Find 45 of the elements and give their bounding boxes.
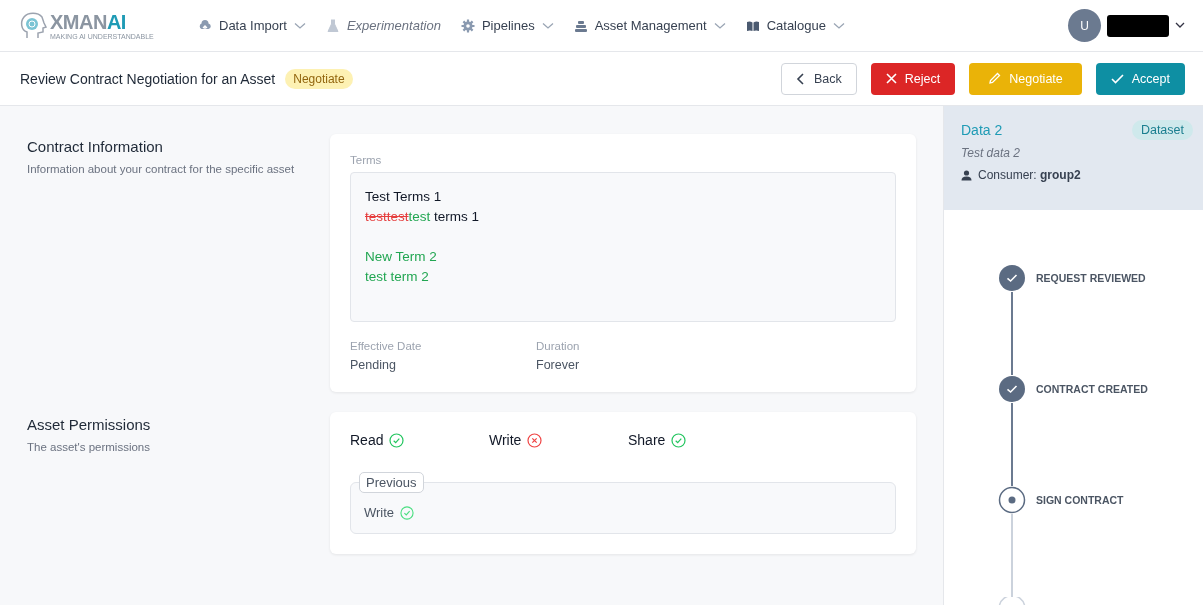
terms-line: test term 2 xyxy=(365,268,430,286)
section-description: The asset's permissions xyxy=(27,440,151,455)
chevron-left-icon xyxy=(796,72,807,85)
close-icon xyxy=(885,73,897,84)
field-value: Pending xyxy=(350,358,397,372)
asset-name[interactable]: Data 2 xyxy=(961,122,1003,138)
nav-menu-item[interactable]: Asset Management xyxy=(573,14,726,37)
nav-menu-item[interactable]: Catalogue xyxy=(745,14,845,37)
nav-menu-item[interactable]: Pipelines xyxy=(460,14,554,37)
reject-button[interactable]: Reject xyxy=(870,62,956,95)
permission-label: Share xyxy=(628,432,666,448)
asset-description: Test data 2 xyxy=(961,146,1021,160)
section-description: Information about your contract for the specific asset xyxy=(27,162,296,177)
nav-menu-item[interactable]: Data Import xyxy=(198,14,306,37)
terms-line: testtesttest terms 1 xyxy=(365,208,481,226)
user-avatar[interactable]: U xyxy=(1068,9,1101,42)
field-label: Terms xyxy=(350,154,383,166)
gear-icon xyxy=(460,18,475,33)
flask-icon xyxy=(325,18,340,33)
asset-type-badge: Dataset xyxy=(1131,120,1193,140)
status-badge: Negotiate xyxy=(285,68,353,89)
accept-button[interactable]: Accept xyxy=(1095,62,1185,95)
consumer-text: Consumer: group2 xyxy=(978,168,1081,182)
permission-label: Read xyxy=(350,432,384,448)
step-label: REQUEST REVIEWED xyxy=(1036,271,1146,286)
section-title: Contract Information xyxy=(27,138,164,155)
check-icon xyxy=(1110,73,1124,84)
pencil-icon xyxy=(988,72,1002,85)
back-button[interactable]: Back xyxy=(781,62,857,95)
field-label: Duration xyxy=(536,340,581,352)
terms-line: New Term 2 xyxy=(365,248,438,266)
step-label: CONTRACT CREATED xyxy=(1036,382,1148,397)
chevron-down-icon[interactable] xyxy=(1175,22,1185,29)
step-label: SIGN CONTRACT xyxy=(1036,493,1124,508)
page-title: Review Contract Negotiation for an Asset xyxy=(20,70,276,87)
previous-legend: Previous xyxy=(359,472,424,493)
field-label: Effective Date xyxy=(350,340,423,352)
user-icon xyxy=(961,169,972,181)
stack-icon xyxy=(573,18,588,33)
field-value: Forever xyxy=(536,358,581,372)
step-pending-icon xyxy=(998,597,1026,605)
permission-label: Write xyxy=(364,505,395,520)
permission-label: Write xyxy=(489,432,522,448)
section-title: Asset Permissions xyxy=(27,416,152,433)
terms-line: Test Terms 1 xyxy=(365,188,443,206)
